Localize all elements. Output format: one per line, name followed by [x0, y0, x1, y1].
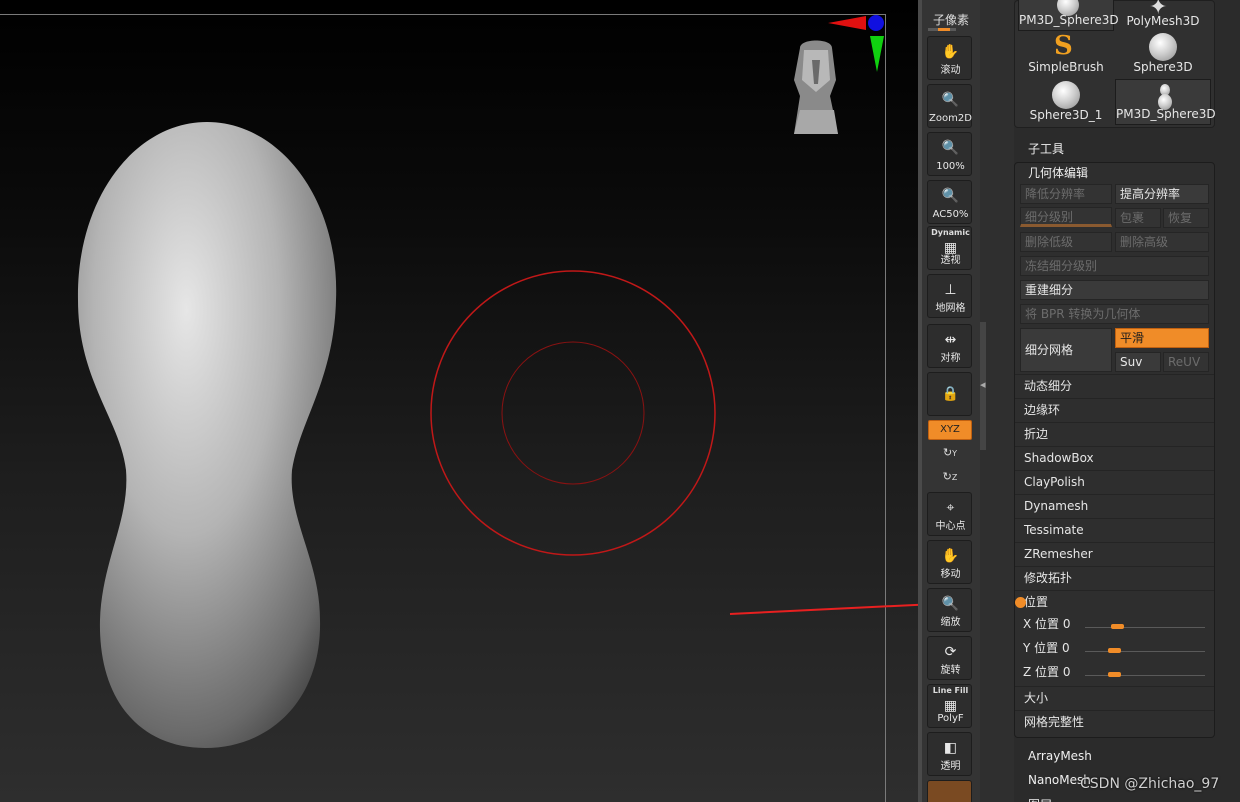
section-dynamesh[interactable]: Dynamesh — [1015, 494, 1214, 518]
sculpt-mesh[interactable] — [77, 122, 337, 748]
rotate-z-button[interactable]: ↻Z — [942, 470, 958, 486]
zoom-icon: 🔍 — [941, 188, 960, 204]
transparency-button[interactable]: ◧ 透明 — [927, 732, 972, 776]
section-position[interactable]: 位置 — [1015, 590, 1214, 614]
section-zremesher[interactable]: ZRemesher — [1015, 542, 1214, 566]
brush-outer-circle — [430, 270, 716, 556]
floor-grid-icon: ⊥ — [944, 282, 957, 298]
tool-sphere3d[interactable]: Sphere3D — [1115, 31, 1211, 77]
axis-gizmo-icon[interactable] — [828, 15, 884, 72]
subpixel-slider[interactable] — [928, 28, 956, 31]
rebuild-subdivision-button[interactable]: 重建细分 — [1020, 280, 1209, 300]
section-edgeloop[interactable]: 边缘环 — [1015, 398, 1214, 422]
zoom2d-button[interactable]: 🔍 Zoom2D — [927, 84, 972, 128]
section-dynamic-subdiv[interactable]: 动态细分 — [1015, 374, 1214, 398]
navigation-head-icon[interactable] — [794, 40, 838, 135]
xyz-rotate-button[interactable]: XYZ — [928, 420, 972, 440]
move-button[interactable]: ✋ 移动 — [927, 540, 972, 584]
lock-camera-button[interactable]: 🔒 — [927, 372, 972, 416]
panel-scroll-strip: ◂ — [980, 0, 1014, 802]
view-toolbar: 子像素 ✋ 滚动 🔍 Zoom2D 🔍 100% 🔍 AC50% Dynamic… — [922, 0, 980, 802]
symmetry-icon: ⇹ — [944, 332, 957, 348]
watermark-text: CSDN @Zhichao_97 — [1080, 776, 1220, 792]
section-tessimate[interactable]: Tessimate — [1015, 518, 1214, 542]
bpr-to-geometry-button[interactable]: 将 BPR 转换为几何体 — [1020, 304, 1209, 324]
smooth-toggle[interactable]: 平滑 — [1115, 328, 1209, 348]
zoom-100-button[interactable]: 🔍 100% — [927, 132, 972, 176]
zoom-icon: 🔍 — [941, 92, 960, 108]
brush-inner-circle — [501, 341, 645, 485]
sphere-icon — [1149, 33, 1177, 61]
divide-button[interactable]: 细分网格 — [1020, 328, 1112, 372]
hand-icon: ✋ — [941, 44, 960, 60]
geometry-header[interactable]: 几何体编辑 — [1028, 164, 1088, 181]
transparency-icon: ◧ — [943, 740, 958, 756]
section-modify-topology[interactable]: 修改拓扑 — [1015, 566, 1214, 590]
ghost-button[interactable] — [927, 780, 972, 802]
polyf-button[interactable]: Line Fill ▦ PolyF — [927, 684, 972, 728]
center-icon: ⌖ — [946, 500, 955, 516]
scroll-button[interactable]: ✋ 滚动 — [927, 36, 972, 80]
zoom-icon: 🔍 — [941, 140, 960, 156]
annotation-arrow — [729, 603, 920, 615]
rotate-button[interactable]: ⟳ 旋转 — [927, 636, 972, 680]
sphere-icon — [1052, 81, 1080, 109]
tool-sphere3d-1[interactable]: Sphere3D_1 — [1018, 79, 1114, 125]
sdiv-slider[interactable]: 细分级别 — [1020, 207, 1112, 227]
lock-icon: 🔒 — [941, 386, 960, 402]
reuv-toggle[interactable]: ReUV — [1163, 352, 1209, 372]
tool-panel: PM3D_Sphere3D ✦ PolyMesh3D S SimpleBrush… — [1014, 0, 1240, 802]
z-position-slider[interactable]: Z 位置 0 — [1015, 662, 1214, 686]
layers-header[interactable]: 图层 — [1028, 796, 1052, 802]
viewport-canvas[interactable] — [0, 0, 920, 802]
delete-lower-button[interactable]: 删除低级 — [1020, 232, 1112, 252]
simplebrush-s-icon: S — [1054, 31, 1073, 61]
lower-res-button[interactable]: 降低分辨率 — [1020, 184, 1112, 204]
viewport-drawing — [77, 15, 920, 748]
section-size[interactable]: 大小 — [1015, 686, 1214, 710]
suv-toggle[interactable]: Suv — [1115, 352, 1161, 372]
tool-simplebrush[interactable]: S SimpleBrush — [1018, 31, 1114, 77]
position-indicator-dot — [1015, 597, 1026, 608]
floor-grid-button[interactable]: ⊥ 地网格 — [927, 274, 972, 318]
x-position-knob[interactable] — [1111, 624, 1124, 629]
rotate-y-button[interactable]: ↻Y — [942, 446, 958, 462]
y-position-slider[interactable]: Y 位置 0 — [1015, 638, 1214, 662]
scale-button[interactable]: 🔍 缩放 — [927, 588, 972, 632]
arraymesh-header[interactable]: ArrayMesh — [1028, 749, 1092, 763]
reconstruct-button[interactable]: 包裹 — [1115, 208, 1161, 228]
y-position-knob[interactable] — [1108, 648, 1121, 653]
restore-button[interactable]: 恢复 — [1163, 208, 1209, 228]
higher-res-button[interactable]: 提高分辨率 — [1115, 184, 1209, 204]
subtool-header[interactable]: 子工具 — [1028, 140, 1064, 157]
collapse-arrow-icon[interactable]: ◂ — [980, 378, 986, 391]
z-position-knob[interactable] — [1108, 672, 1121, 677]
move-icon: ✋ — [941, 548, 960, 564]
perspective-button[interactable]: Dynamic ▦ 透视 — [927, 226, 972, 270]
rotate-icon: ⟳ — [944, 644, 957, 660]
section-crease[interactable]: 折边 — [1015, 422, 1214, 446]
delete-higher-button[interactable]: 删除高级 — [1115, 232, 1209, 252]
freeze-subdivision-button[interactable]: 冻结细分级别 — [1020, 256, 1209, 276]
tool-thumbnail-grid: PM3D_Sphere3D ✦ PolyMesh3D S SimpleBrush… — [1014, 0, 1216, 128]
geometry-panel: 几何体编辑 降低分辨率 提高分辨率 细分级别 包裹 恢复 删除低级 删除高级 冻… — [1014, 162, 1215, 738]
center-point-button[interactable]: ⌖ 中心点 — [927, 492, 972, 536]
tool-pm3d-sphere3d-selected[interactable]: PM3D_Sphere3D — [1115, 79, 1216, 125]
subpixel-knob[interactable] — [938, 28, 950, 31]
section-shadowbox[interactable]: ShadowBox — [1015, 446, 1214, 470]
subpixel-label: 子像素 — [932, 13, 969, 27]
section-claypolish[interactable]: ClayPolish — [1015, 470, 1214, 494]
section-mesh-integrity[interactable]: 网格完整性 — [1015, 710, 1214, 734]
scale-icon: 🔍 — [941, 596, 960, 612]
ac50-button[interactable]: 🔍 AC50% — [927, 180, 972, 224]
tool-pm3d-sphere3d[interactable]: PM3D_Sphere3D — [1018, 0, 1119, 31]
symmetry-button[interactable]: ⇹ 对称 — [927, 324, 972, 368]
x-position-slider[interactable]: X 位置 0 — [1015, 614, 1214, 638]
tool-polymesh3d[interactable]: ✦ PolyMesh3D — [1115, 0, 1211, 31]
zbrush-window: 子像素 ✋ 滚动 🔍 Zoom2D 🔍 100% 🔍 AC50% Dynamic… — [0, 0, 1240, 802]
